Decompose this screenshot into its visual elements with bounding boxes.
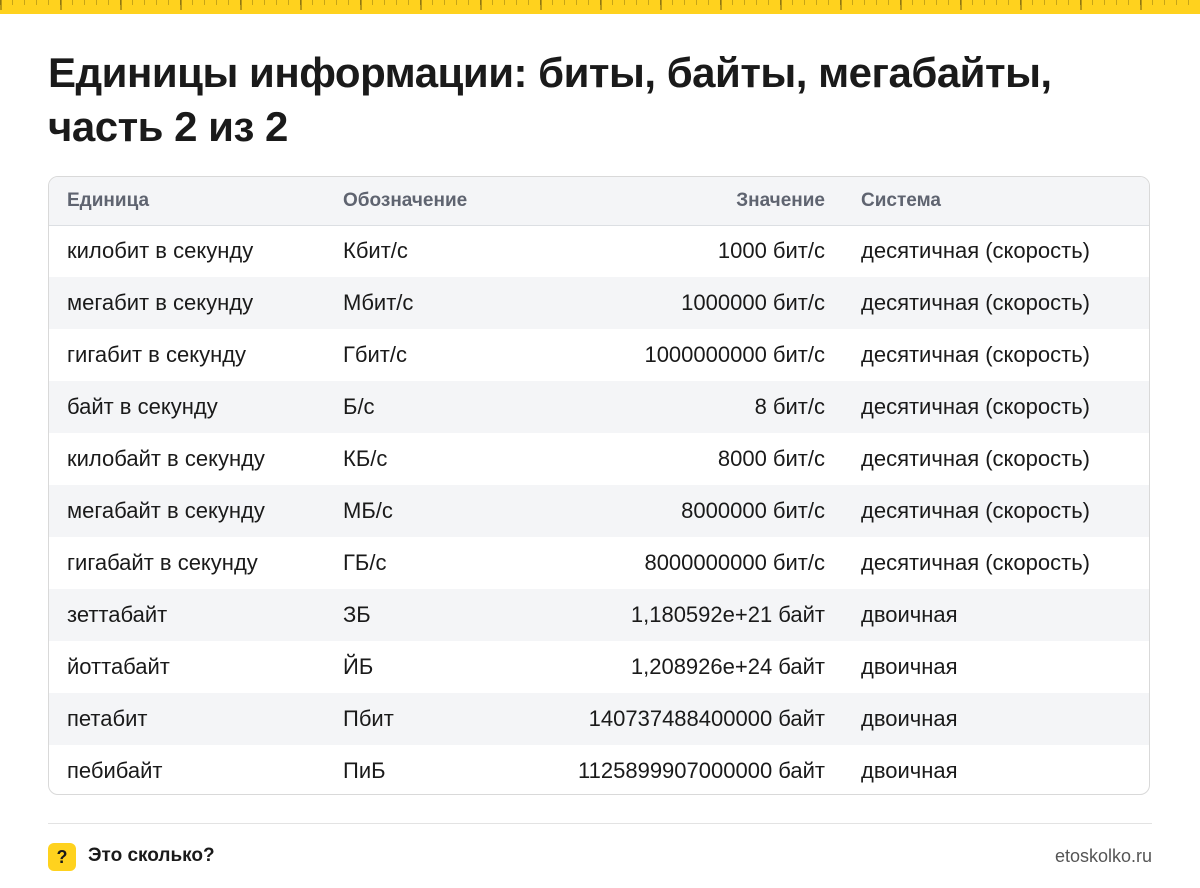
footer: ? Это сколько? etoskolko.ru bbox=[48, 842, 1152, 872]
table-row: килобайт в секунду КБ/с 8000 бит/с десят… bbox=[49, 433, 1149, 485]
cell-unit: байт в секунду bbox=[67, 394, 218, 419]
table-row: петабит Пбит 140737488400000 байт двоичн… bbox=[49, 693, 1149, 745]
table-row: мегабит в секунду Мбит/с 1000000 бит/с д… bbox=[49, 277, 1149, 329]
cell-value: 8000 бит/с bbox=[717, 446, 825, 471]
cell-value: 1000000000 бит/с bbox=[644, 342, 825, 367]
cell-value: 1000 бит/с bbox=[717, 238, 825, 264]
table-row: пебибайт ПиБ 1125899907000000 байт двоич… bbox=[49, 745, 1149, 794]
footer-divider bbox=[48, 823, 1152, 824]
cell-value: 8000000 бит/с bbox=[681, 498, 825, 523]
cell-system: двоичная bbox=[861, 602, 958, 627]
table-row: гигабайт в секунду ГБ/с 8000000000 бит/с… bbox=[49, 537, 1149, 589]
cell-unit: йоттабайт bbox=[67, 654, 170, 679]
cell-symbol: Мбит/с bbox=[343, 290, 414, 315]
cell-symbol: МБ/с bbox=[343, 498, 393, 523]
cell-system: двоичная bbox=[861, 654, 958, 679]
cell-value: 1,180592e+21 байт bbox=[630, 602, 825, 627]
units-table: Единица Обозначение Значение Система кил… bbox=[49, 177, 1149, 794]
cell-unit: пебибайт bbox=[67, 758, 163, 783]
cell-unit: зеттабайт bbox=[67, 602, 168, 627]
header-unit: Единица bbox=[49, 177, 325, 226]
brand-name: Это сколько? bbox=[88, 845, 215, 866]
cell-unit: петабит bbox=[67, 706, 148, 731]
cell-symbol: ЗБ bbox=[343, 602, 371, 627]
cell-symbol: Кбит/с bbox=[343, 238, 408, 264]
cell-value: 1,208926e+24 байт bbox=[630, 654, 825, 679]
header-system: Система bbox=[843, 177, 1149, 226]
table-row: килобит в секунду Кбит/с 1000 бит/с деся… bbox=[49, 225, 1149, 277]
cell-symbol: КБ/с bbox=[343, 446, 388, 471]
cell-symbol: ПиБ bbox=[343, 758, 386, 783]
ruler-decoration bbox=[0, 0, 1200, 14]
table-header-row: Единица Обозначение Значение Система bbox=[49, 177, 1149, 226]
cell-system: десятичная (скорость) bbox=[861, 394, 1090, 419]
cell-unit: килобайт в секунду bbox=[67, 446, 265, 471]
table-row: зеттабайт ЗБ 1,180592e+21 байт двоичная bbox=[49, 589, 1149, 641]
cell-unit: килобит в секунду bbox=[67, 238, 254, 264]
table-row: мегабайт в секунду МБ/с 8000000 бит/с де… bbox=[49, 485, 1149, 537]
cell-unit: мегабит в секунду bbox=[67, 290, 254, 315]
cell-system: десятичная (скорость) bbox=[861, 290, 1090, 315]
cell-symbol: ГБ/с bbox=[343, 550, 387, 575]
cell-system: десятичная (скорость) bbox=[861, 446, 1090, 471]
cell-system: десятичная (скорость) bbox=[861, 550, 1090, 575]
cell-system: десятичная (скорость) bbox=[861, 238, 1090, 264]
cell-value: 1000000 бит/с bbox=[681, 290, 825, 315]
cell-value: 140737488400000 байт bbox=[588, 706, 825, 731]
cell-symbol: Пбит bbox=[343, 706, 394, 731]
cell-value: 8000000000 бит/с bbox=[644, 550, 825, 575]
cell-system: двоичная bbox=[861, 758, 958, 783]
table-row: гигабит в секунду Гбит/с 1000000000 бит/… bbox=[49, 329, 1149, 381]
cell-value: 8 бит/с bbox=[754, 394, 825, 419]
cell-unit: мегабайт в секунду bbox=[67, 498, 265, 523]
cell-system: десятичная (скорость) bbox=[861, 498, 1090, 523]
header-symbol: Обозначение bbox=[325, 177, 525, 226]
cell-unit: гигабит в секунду bbox=[67, 342, 247, 367]
site-url: etoskolko.ru bbox=[1054, 846, 1152, 866]
table-row: йоттабайт ЙБ 1,208926e+24 байт двоичная bbox=[49, 641, 1149, 693]
cell-symbol: Гбит/с bbox=[343, 342, 407, 367]
table-row: байт в секунду Б/с 8 бит/с десятичная (с… bbox=[49, 381, 1149, 433]
header-value: Значение bbox=[525, 177, 843, 226]
cell-value: 1125899907000000 байт bbox=[578, 758, 825, 783]
cell-symbol: Б/с bbox=[343, 394, 375, 419]
units-table-card: Единица Обозначение Значение Система кил… bbox=[48, 176, 1150, 795]
page-title: Единицы информации: биты, байты, мегабай… bbox=[48, 49, 1052, 150]
cell-system: десятичная (скорость) bbox=[861, 342, 1090, 367]
cell-unit: гигабайт в секунду bbox=[67, 550, 258, 575]
cell-symbol: ЙБ bbox=[343, 654, 374, 679]
cell-system: двоичная bbox=[861, 706, 958, 731]
question-mark-icon: ? bbox=[48, 843, 76, 871]
